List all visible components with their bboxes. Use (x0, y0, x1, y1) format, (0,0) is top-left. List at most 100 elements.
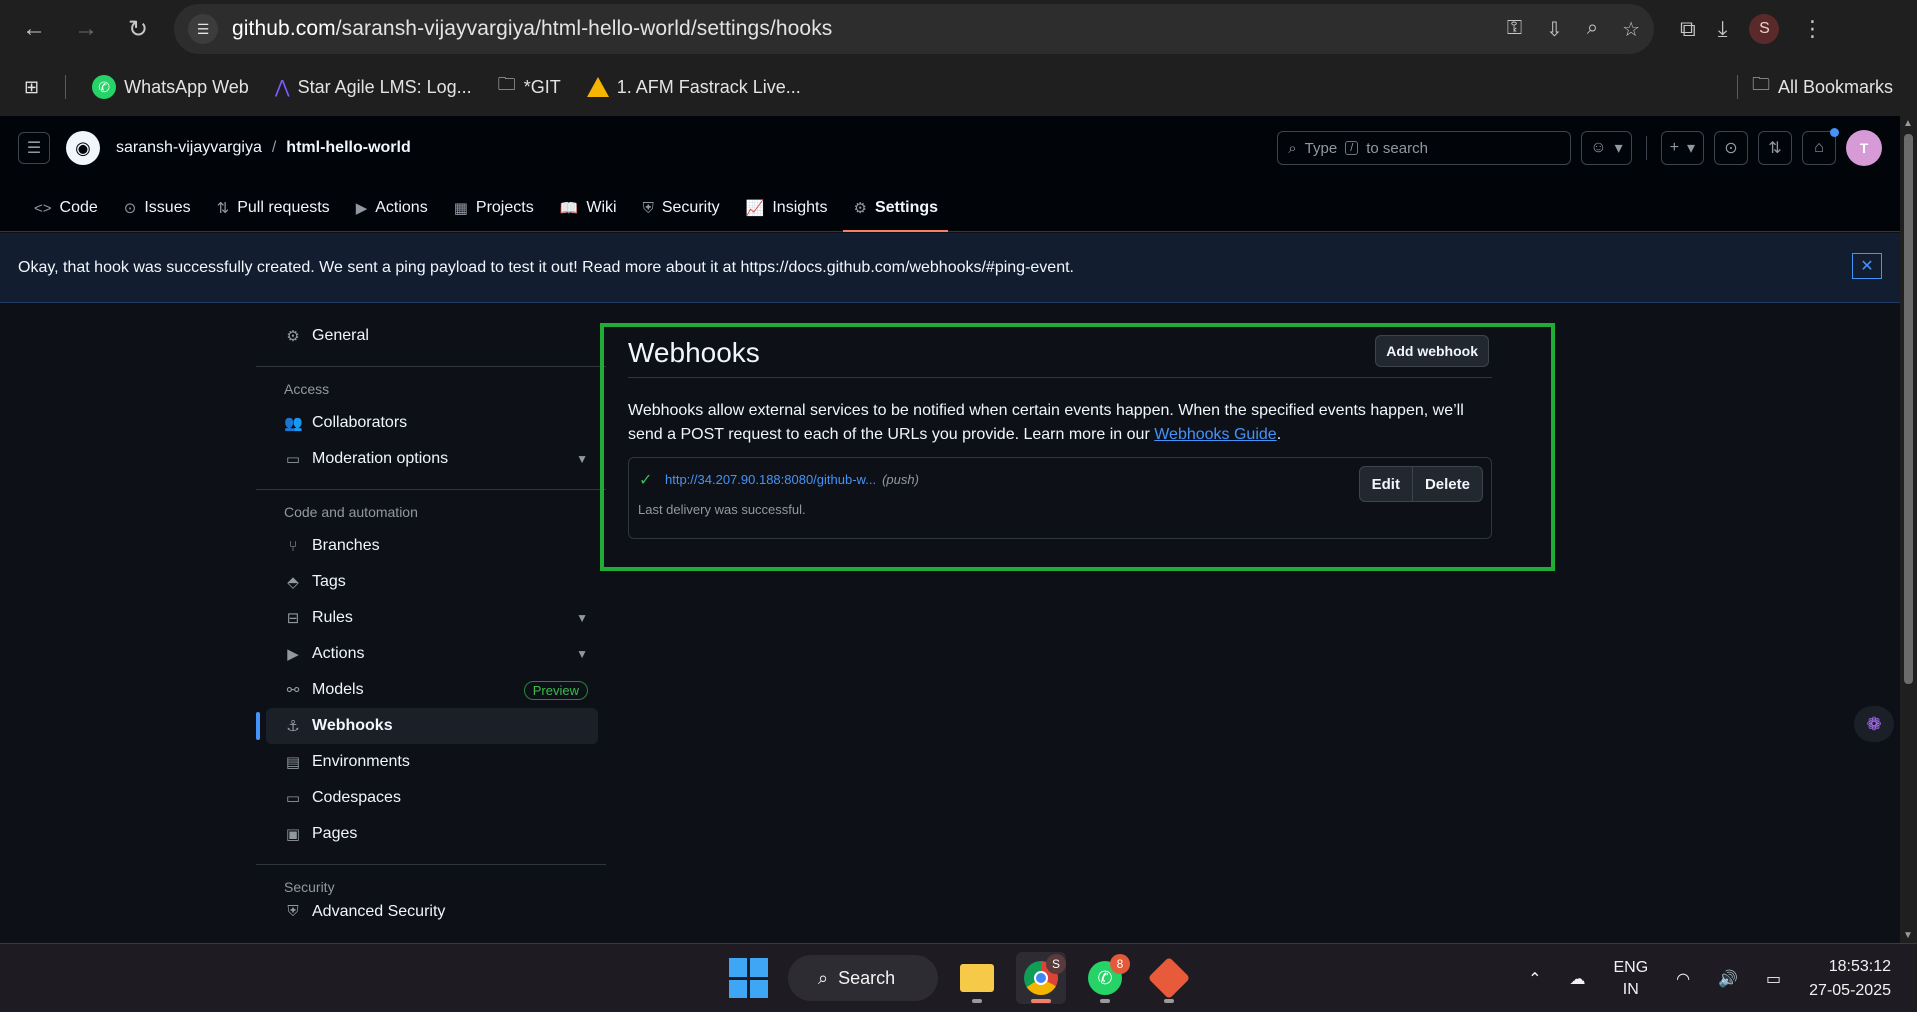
tab-label: Projects (475, 199, 534, 216)
clock[interactable]: 18:53:12 27-05-2025 (1809, 955, 1891, 1003)
forward-button[interactable]: → (64, 7, 108, 51)
sidebar-item-label: Actions (312, 645, 365, 662)
tab-issues[interactable]: ⊙ Issues (114, 186, 201, 232)
scroll-up-icon[interactable]: ▲ (1903, 118, 1913, 129)
whatsapp-icon: ✆ (92, 75, 117, 99)
tab-settings[interactable]: ⚙ Settings (843, 186, 949, 232)
edit-button[interactable]: Edit (1360, 467, 1412, 501)
sidebar-item-general[interactable]: ⚙ General (266, 318, 598, 354)
sidebar-divider (256, 366, 606, 367)
sidebar-item-tags[interactable]: ⬘ Tags (266, 564, 598, 600)
sidebar-item-moderation[interactable]: ▭ Moderation options ▼ (266, 441, 598, 477)
sidebar-item-label: Codespaces (312, 789, 401, 806)
inbox-button[interactable]: ⌂ (1802, 128, 1839, 165)
tab-insights[interactable]: 📈 Insights (736, 186, 838, 232)
sidebar-item-branches[interactable]: ⑂ Branches (266, 528, 598, 564)
search-input[interactable]: ⌕ Type / to search (1277, 131, 1572, 165)
zoom-icon[interactable]: ⌕ (1587, 17, 1598, 42)
sidebar-item-label: Collaborators (312, 414, 408, 431)
floating-assistant-icon[interactable]: ❁ (1854, 706, 1894, 742)
sidebar-item-codespaces[interactable]: ▭ Codespaces (266, 780, 598, 816)
language-indicator[interactable]: ENG IN (1613, 957, 1648, 1001)
close-icon[interactable]: ✕ (1852, 253, 1882, 279)
tab-pull-requests[interactable]: ⇅ Pull requests (207, 186, 340, 232)
owner-link[interactable]: saransh-vijayvargiya (116, 139, 262, 157)
search-placeholder-prefix: Type (1304, 139, 1338, 157)
copilot-icon: ☺ (1590, 139, 1607, 156)
github-logo-icon[interactable]: ◉ (66, 131, 100, 165)
chrome-button[interactable]: S (1016, 952, 1066, 1004)
issues-button[interactable]: ⊙ (1714, 131, 1748, 165)
bookmark-whatsapp[interactable]: ✆ WhatsApp Web (92, 75, 249, 99)
site-settings-icon[interactable]: ☰ (188, 14, 218, 44)
sidebar-item-actions[interactable]: ▶ Actions ▼ (266, 636, 598, 672)
table-icon: ▦ (453, 200, 468, 217)
volume-icon[interactable]: 🔊 (1718, 969, 1738, 989)
bookmark-git-folder[interactable]: 🗀 *GIT (498, 72, 561, 102)
pull-requests-button[interactable]: ⇅ (1758, 131, 1792, 165)
copilot-button[interactable]: ☺ ▾ (1581, 131, 1632, 165)
url-text[interactable]: github.com/saransh-vijayvargiya/html-hel… (232, 17, 1493, 41)
bookmark-star-icon[interactable]: ☆ (1622, 17, 1640, 42)
page-title: Webhooks (628, 337, 760, 368)
battery-icon[interactable]: ▭ (1766, 969, 1781, 989)
tab-actions[interactable]: ▶ Actions (346, 186, 438, 232)
install-app-icon[interactable]: ⇩ (1546, 17, 1563, 42)
reload-button[interactable]: ↻ (116, 7, 160, 51)
sidebar-item-webhooks[interactable]: ⚓ Webhooks (256, 708, 598, 744)
taskbar-search[interactable]: ⌕ Search (788, 955, 938, 1001)
sidebar-item-advanced-security[interactable]: ⛨ Advanced Security (266, 903, 598, 923)
menu-kebab-icon[interactable]: ⋮ (1801, 16, 1823, 42)
scrollbar-thumb[interactable] (1904, 134, 1913, 684)
address-bar[interactable]: ☰ github.com/saransh-vijayvargiya/html-h… (174, 4, 1654, 54)
search-placeholder-suffix: to search (1366, 139, 1428, 157)
profile-avatar[interactable]: S (1749, 14, 1780, 44)
sidebar-item-label: Rules (312, 609, 353, 626)
apps-grid-icon[interactable]: ⊞ (24, 77, 39, 98)
onedrive-cloud-icon[interactable]: ☁ (1569, 969, 1585, 989)
back-button[interactable]: ← (12, 7, 56, 51)
webhook-url-link[interactable]: http://34.207.90.188:8080/github-w... (665, 472, 876, 487)
downloads-icon[interactable]: ⤓ (1718, 16, 1728, 42)
start-button[interactable] (724, 952, 774, 1004)
description-text: Webhooks allow external services to be n… (628, 402, 1464, 443)
shield-icon: ⛨ (287, 903, 299, 920)
user-avatar[interactable]: T (1846, 130, 1882, 166)
bookmark-star-agile[interactable]: ⋀ Star Agile LMS: Log... (275, 77, 472, 98)
git-button[interactable] (1144, 952, 1194, 1004)
webhooks-guide-link[interactable]: Webhooks Guide (1154, 426, 1276, 443)
add-webhook-button[interactable]: Add webhook (1375, 335, 1489, 367)
bookmark-afm[interactable]: 1. AFM Fastrack Live... (586, 77, 801, 98)
sidebar-item-pages[interactable]: ▣ Pages (266, 816, 598, 852)
password-key-icon[interactable]: ⚿ (1507, 17, 1522, 42)
whatsapp-button[interactable]: ✆ 8 (1080, 952, 1130, 1004)
tab-projects[interactable]: ▦ Projects (444, 186, 544, 232)
webhook-url-row: http://34.207.90.188:8080/github-w... (pu… (665, 472, 919, 487)
star-agile-icon: ⋀ (274, 76, 290, 97)
chevron-up-icon[interactable]: ⌃ (1528, 969, 1541, 989)
page-scrollbar[interactable]: ▲ ▼ (1900, 116, 1917, 943)
webhook-icon: ⚓ (286, 718, 300, 735)
sidebar-item-models[interactable]: ⚯ Models Preview (266, 672, 598, 708)
sidebar-item-collaborators[interactable]: 👥 Collaborators (266, 405, 598, 441)
bookmarks-divider (65, 75, 67, 99)
extensions-icon[interactable]: ⧉ (1680, 16, 1696, 42)
create-new-button[interactable]: + ▾ (1660, 131, 1704, 165)
chrome-profile-badge: S (1046, 954, 1066, 974)
tab-security[interactable]: ⛨ Security (633, 186, 730, 232)
sidebar-item-environments[interactable]: ▤ Environments (266, 744, 598, 780)
tab-label: Security (661, 199, 720, 216)
comment-icon: ▭ (285, 451, 301, 468)
file-explorer-button[interactable] (952, 952, 1002, 1004)
wifi-icon[interactable]: ◠ (1676, 969, 1690, 989)
tab-wiki[interactable]: 📖 Wiki (550, 186, 627, 232)
book-icon: 📖 (559, 200, 579, 217)
hamburger-menu-button[interactable]: ☰ (18, 132, 50, 164)
repo-link[interactable]: html-hello-world (286, 139, 410, 157)
all-bookmarks[interactable]: 🗀 All Bookmarks (1752, 72, 1893, 102)
delete-button[interactable]: Delete (1411, 467, 1482, 501)
scroll-down-icon[interactable]: ▼ (1903, 930, 1913, 941)
tab-code[interactable]: <> Code (24, 186, 108, 232)
inbox-icon: ⌂ (1814, 139, 1824, 156)
sidebar-item-rules[interactable]: ⊟ Rules ▼ (266, 600, 598, 636)
